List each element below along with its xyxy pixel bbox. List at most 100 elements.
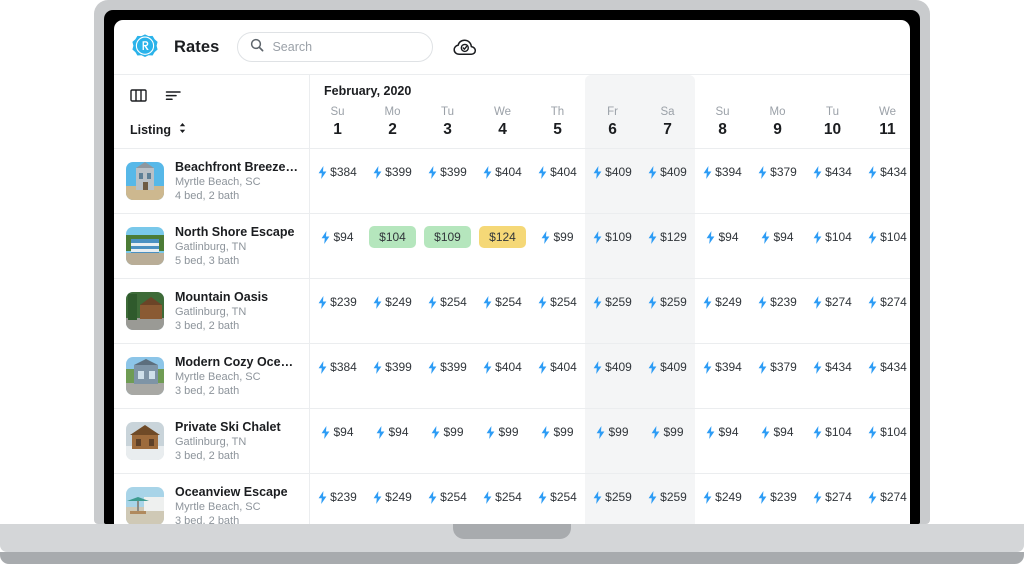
listing-row[interactable]: Oceanview Escape Myrtle Beach, SC 3 bed, 2…	[114, 474, 309, 524]
rate-cell[interactable]: $254	[530, 291, 585, 313]
rate-cell[interactable]: $249	[695, 291, 750, 313]
listing-row[interactable]: Private Ski Chalet Gatlinburg, TN 3 bed, 2…	[114, 409, 309, 474]
rate-price: $109	[605, 230, 632, 244]
rate-cell[interactable]: $104	[365, 226, 420, 248]
rate-cell[interactable]: $109	[420, 226, 475, 248]
calendar-day-3[interactable]: Tu 3	[420, 104, 475, 148]
rate-cell[interactable]: $94	[310, 421, 365, 443]
rates-grid[interactable]: Su 1 Mo 2 Tu 3 We 4 Th 5 Fr 6 Sa 7 Su 8 Mo 9 Tu 10 We 11 $384…	[310, 75, 910, 524]
rate-cell[interactable]: $404	[475, 356, 530, 378]
rate-cell[interactable]: $104	[860, 226, 910, 248]
lightning-bolt-icon	[483, 295, 492, 309]
rate-cell[interactable]: $94	[750, 226, 805, 248]
rate-cell[interactable]: $404	[530, 356, 585, 378]
rate-cell[interactable]: $254	[475, 486, 530, 508]
rate-cell[interactable]: $129	[640, 226, 695, 248]
rate-cell[interactable]: $259	[585, 291, 640, 313]
rate-cell[interactable]: $274	[805, 486, 860, 508]
rate-cell[interactable]: $99	[530, 421, 585, 443]
listing-row[interactable]: Mountain Oasis Gatlinburg, TN 3 bed, 2 bat…	[114, 279, 309, 344]
listing-meta: North Shore Escape Gatlinburg, TN 5 bed, 3…	[175, 224, 294, 268]
rate-cell[interactable]: $399	[365, 356, 420, 378]
rate-cell[interactable]: $99	[420, 421, 475, 443]
rate-cell[interactable]: $409	[640, 356, 695, 378]
rate-cell[interactable]: $434	[805, 161, 860, 183]
calendar-day-9[interactable]: Mo 9	[750, 104, 805, 148]
lightning-bolt-icon	[648, 360, 657, 374]
rate-cell[interactable]: $239	[750, 486, 805, 508]
rate-cell[interactable]: $394	[695, 161, 750, 183]
rate-cell[interactable]: $104	[805, 226, 860, 248]
rate-cell[interactable]: $409	[585, 161, 640, 183]
rate-cell[interactable]: $124	[475, 226, 530, 248]
day-of-week-label: Sa	[660, 106, 675, 118]
calendar-day-1[interactable]: Su 1	[310, 104, 365, 148]
day-number-label: 8	[718, 121, 727, 138]
rate-cell[interactable]: $249	[365, 486, 420, 508]
rate-cell[interactable]: $379	[750, 356, 805, 378]
rate-cell[interactable]: $404	[530, 161, 585, 183]
calendar-day-10[interactable]: Tu 10	[805, 104, 860, 148]
listing-row[interactable]: Beachfront Breeze Villa Myrtle Beach, SC 4…	[114, 149, 309, 214]
calendar-day-5[interactable]: Th 5	[530, 104, 585, 148]
rate-cell[interactable]: $404	[475, 161, 530, 183]
listing-row[interactable]: North Shore Escape Gatlinburg, TN 5 bed, 3…	[114, 214, 309, 279]
calendar-day-11[interactable]: We 11	[860, 104, 910, 148]
group-by-control[interactable]: Listing	[114, 111, 309, 149]
rate-cell[interactable]: $239	[310, 291, 365, 313]
columns-icon[interactable]	[130, 88, 147, 108]
rate-cell[interactable]: $399	[420, 161, 475, 183]
rate-cell[interactable]: $239	[310, 486, 365, 508]
search-input[interactable]: Search	[237, 32, 434, 62]
calendar-day-6[interactable]: Fr 6	[585, 104, 640, 148]
rate-cell[interactable]: $259	[640, 486, 695, 508]
rate-cell[interactable]: $94	[750, 421, 805, 443]
calendar-day-4[interactable]: We 4	[475, 104, 530, 148]
rate-cell[interactable]: $274	[805, 291, 860, 313]
rate-cell[interactable]: $99	[585, 421, 640, 443]
cloud-check-icon[interactable]	[453, 38, 477, 57]
rate-cell[interactable]: $384	[310, 161, 365, 183]
rate-price-pill[interactable]: $104	[369, 226, 416, 248]
rate-price: $239	[770, 490, 797, 504]
sort-icon[interactable]	[165, 88, 182, 108]
rate-cell[interactable]: $394	[695, 356, 750, 378]
rate-cell[interactable]: $399	[420, 356, 475, 378]
rate-cell[interactable]: $254	[475, 291, 530, 313]
rate-cell[interactable]: $254	[420, 486, 475, 508]
rate-price-pill[interactable]: $109	[424, 226, 471, 248]
rate-cell[interactable]: $384	[310, 356, 365, 378]
rate-cell[interactable]: $409	[585, 356, 640, 378]
rate-cell[interactable]: $109	[585, 226, 640, 248]
rate-cell[interactable]: $99	[640, 421, 695, 443]
rate-cell[interactable]: $434	[805, 356, 860, 378]
calendar-day-2[interactable]: Mo 2	[365, 104, 420, 148]
rate-cell[interactable]: $259	[640, 291, 695, 313]
calendar-day-7[interactable]: Sa 7	[640, 104, 695, 148]
rate-cell[interactable]: $239	[750, 291, 805, 313]
rate-cell[interactable]: $274	[860, 486, 910, 508]
rate-cell[interactable]: $94	[365, 421, 420, 443]
rate-cell[interactable]: $254	[530, 486, 585, 508]
rate-cell[interactable]: $379	[750, 161, 805, 183]
calendar-day-8[interactable]: Su 8	[695, 104, 750, 148]
rate-cell[interactable]: $259	[585, 486, 640, 508]
rate-cell[interactable]: $104	[805, 421, 860, 443]
listing-row[interactable]: Modern Cozy Oceanfr... Myrtle Beach, SC 3 …	[114, 344, 309, 409]
rate-cell[interactable]: $94	[695, 421, 750, 443]
rate-cell[interactable]: $249	[695, 486, 750, 508]
rate-cell[interactable]: $99	[475, 421, 530, 443]
rate-cell[interactable]: $94	[310, 226, 365, 248]
rate-cell[interactable]: $409	[640, 161, 695, 183]
rate-cell[interactable]: $99	[530, 226, 585, 248]
rate-cell[interactable]: $274	[860, 291, 910, 313]
listing-meta: Modern Cozy Oceanfr... Myrtle Beach, SC 3 …	[175, 354, 299, 398]
rate-cell[interactable]: $434	[860, 161, 910, 183]
rate-cell[interactable]: $254	[420, 291, 475, 313]
rate-cell[interactable]: $104	[860, 421, 910, 443]
rate-cell[interactable]: $399	[365, 161, 420, 183]
rate-price-pill[interactable]: $124	[479, 226, 526, 248]
rate-cell[interactable]: $94	[695, 226, 750, 248]
rate-cell[interactable]: $249	[365, 291, 420, 313]
rate-cell[interactable]: $434	[860, 356, 910, 378]
